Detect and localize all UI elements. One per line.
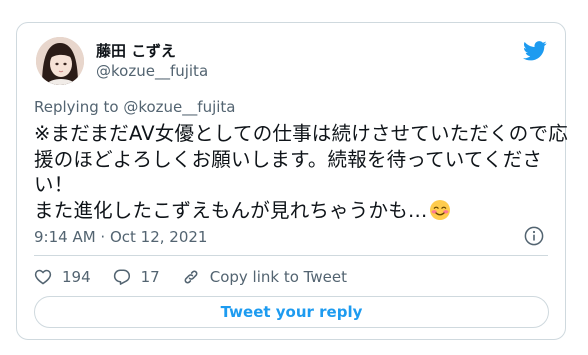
tweet-text-line: 援のほどよろしくお願いします。続報を待っていてくださ	[34, 147, 543, 171]
twitter-bird-icon[interactable]	[523, 41, 547, 61]
tweet-text-line: また進化したこずえもんが見れちゃうかも…	[34, 198, 428, 222]
avatar[interactable]	[36, 37, 84, 85]
tweet-text-line: ※まだまだAV女優としての仕事は続けさせていただくので応	[34, 122, 568, 145]
replying-to: Replying to @kozue__fujita	[34, 98, 235, 116]
reply-button[interactable]: 17	[113, 268, 160, 286]
user-handle[interactable]: @kozue__fujita	[96, 62, 208, 80]
link-icon	[182, 268, 200, 286]
like-button[interactable]: 194	[34, 268, 91, 286]
like-count: 194	[62, 268, 91, 286]
reply-icon	[113, 268, 131, 286]
display-name[interactable]: 藤田 こずえ	[96, 40, 176, 61]
tweet-actions: 194 17 Copy link to Tweet	[34, 266, 369, 288]
divider	[34, 255, 548, 256]
tweet-text-line: い！	[34, 173, 74, 196]
info-icon[interactable]	[524, 226, 544, 246]
tweet-your-reply-button[interactable]: Tweet your reply	[34, 296, 549, 328]
replying-to-prefix: Replying to	[34, 98, 124, 116]
copy-link-label: Copy link to Tweet	[209, 268, 347, 286]
reply-count: 17	[140, 268, 160, 286]
smiling-face-with-blush-icon	[429, 199, 451, 221]
heart-icon	[34, 268, 52, 286]
replying-to-mention[interactable]: @kozue__fujita	[123, 98, 235, 116]
tweet-text-line-last: また進化したこずえもんが見れちゃうかも…	[34, 198, 554, 224]
tweet-timestamp[interactable]: 9:14 AM · Oct 12, 2021	[34, 228, 207, 246]
tweet-card: 藤田 こずえ @kozue__fujita Replying to @kozue…	[16, 22, 568, 340]
tweet-text: ※まだまだAV女優としての仕事は続けさせていただくので応 援のほどよろしくお願い…	[34, 121, 568, 224]
copy-link-button[interactable]: Copy link to Tweet	[182, 268, 347, 286]
